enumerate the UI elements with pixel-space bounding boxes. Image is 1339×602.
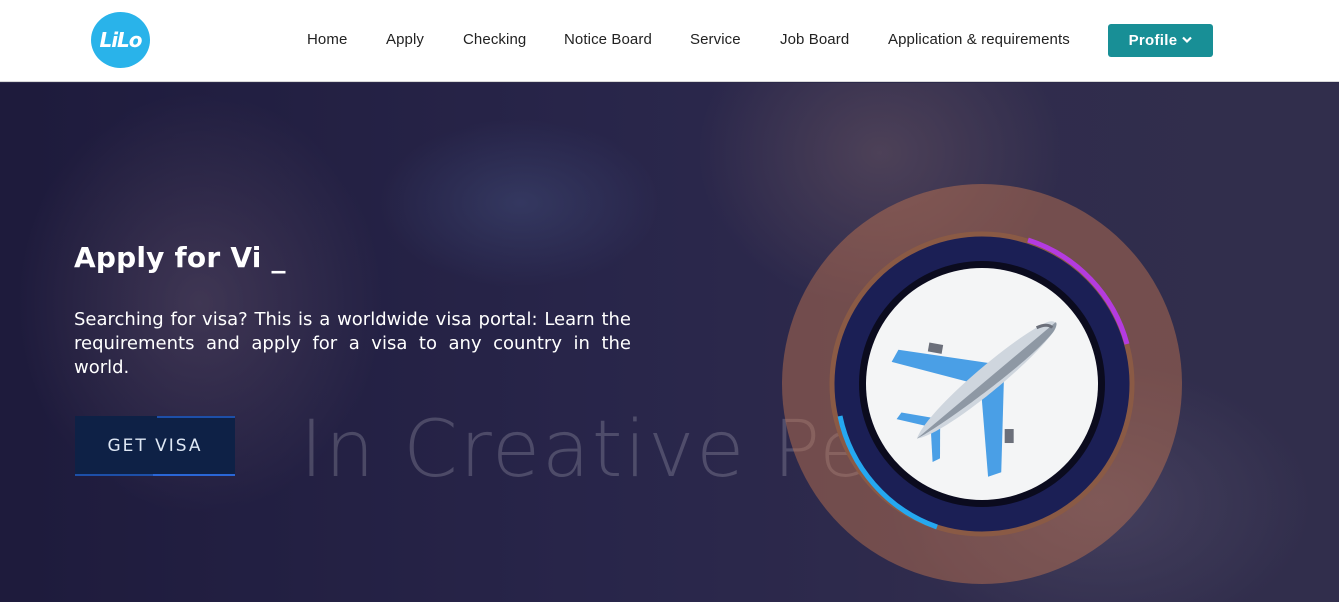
site-header: LiLo Home Apply Checking Notice Board Se… [0,0,1339,82]
background-watermark-text: In Creative Pe [300,405,860,495]
nav-checking[interactable]: Checking [463,31,526,48]
nav-application-requirements[interactable]: Application & requirements [888,31,1070,48]
airplane-graphic [782,184,1182,584]
nav-service[interactable]: Service [690,31,741,48]
profile-button[interactable]: Profile [1108,24,1213,57]
get-visa-button[interactable]: GET VISA [75,416,235,476]
nav-job-board[interactable]: Job Board [780,31,849,48]
nav-notice-board[interactable]: Notice Board [564,31,652,48]
hero-section: In Creative Pe Apply for Vi _ Searching … [0,83,1339,602]
hero-description: Searching for visa? This is a worldwide … [74,309,631,378]
chevron-down-icon [1182,36,1193,47]
nav-home[interactable]: Home [307,31,347,48]
profile-label: Profile [1128,32,1178,49]
hero-title: Apply for Vi _ [74,241,286,274]
nav-apply[interactable]: Apply [386,31,424,48]
